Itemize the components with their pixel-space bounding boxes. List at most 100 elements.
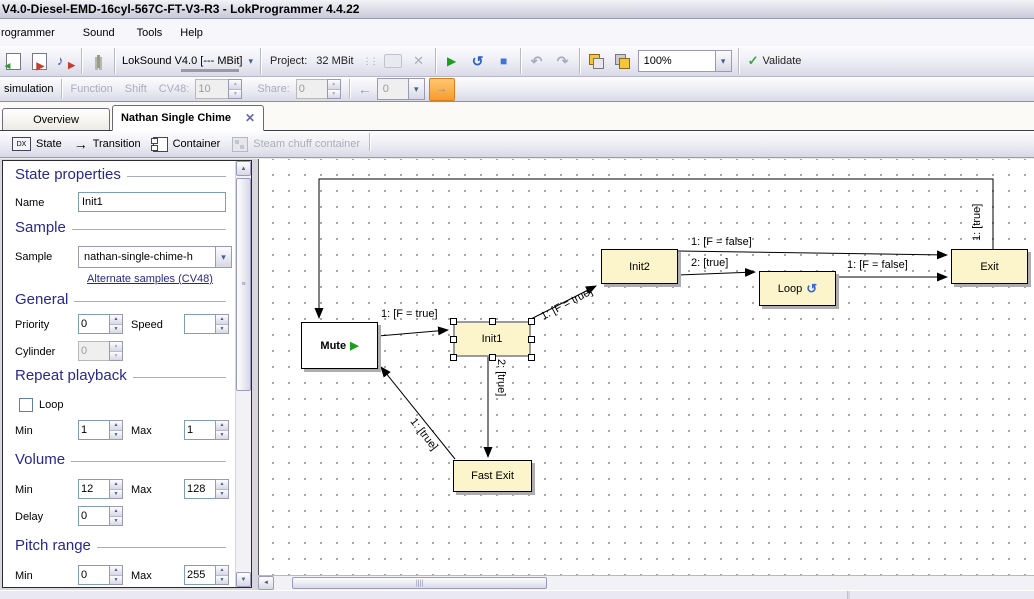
transition-label-mute-init1[interactable]: 1: [F = true] bbox=[381, 308, 438, 320]
menu-tools[interactable]: Tools bbox=[129, 24, 171, 42]
alternate-samples-link[interactable]: Alternate samples (CV48) bbox=[87, 273, 213, 285]
programmer-device-button[interactable] bbox=[86, 49, 110, 73]
repeat-min-stepper[interactable]: ▲▼ bbox=[78, 420, 123, 440]
selection-handle[interactable] bbox=[489, 318, 496, 325]
transition-mute-to-init1[interactable] bbox=[378, 330, 448, 336]
import-project-button[interactable]: ◄ bbox=[1, 49, 25, 73]
add-transition-button[interactable]: → Transition bbox=[68, 134, 147, 155]
bring-forward-button[interactable] bbox=[584, 49, 608, 73]
selection-handle[interactable] bbox=[528, 318, 535, 325]
spin-down-icon[interactable]: ▼ bbox=[110, 325, 122, 334]
selection-handle[interactable] bbox=[450, 354, 457, 361]
validate-button[interactable]: ✓ Validate bbox=[743, 49, 807, 73]
spin-down-icon[interactable]: ▼ bbox=[216, 325, 228, 334]
state-init2[interactable]: Init2 bbox=[601, 249, 678, 284]
transition-label-exit-mute[interactable]: 1: [true] bbox=[971, 204, 983, 241]
tab-overview[interactable]: Overview bbox=[2, 108, 110, 130]
scroll-track[interactable]: ≡ bbox=[236, 176, 251, 572]
selection-handle[interactable] bbox=[450, 336, 457, 343]
loop-checkbox[interactable] bbox=[19, 398, 33, 412]
spin-up-icon[interactable]: ▲ bbox=[110, 507, 122, 517]
zoom-level-combobox[interactable]: 100% ▾ bbox=[638, 50, 732, 72]
speed-value[interactable] bbox=[184, 314, 215, 334]
send-backward-button[interactable] bbox=[610, 49, 634, 73]
speed-stepper[interactable]: ▲▼ bbox=[184, 314, 229, 334]
stop-simulation-button[interactable]: ■ bbox=[492, 49, 516, 73]
canvas-horizontal-scrollbar[interactable]: ◄ |||| bbox=[258, 575, 1034, 590]
transition-label-init1-fastexit[interactable]: 2: [true] bbox=[495, 359, 507, 396]
transition-label-loop-exit[interactable]: 1: [F = false] bbox=[847, 259, 908, 271]
close-tab-icon[interactable]: ✕ bbox=[245, 111, 255, 125]
spin-down-icon[interactable]: ▼ bbox=[110, 576, 122, 585]
selection-handle[interactable] bbox=[489, 354, 496, 361]
pitch-min-stepper[interactable]: ▲▼ bbox=[78, 565, 123, 585]
spin-up-icon[interactable]: ▲ bbox=[216, 421, 228, 431]
spin-up-icon[interactable]: ▲ bbox=[216, 566, 228, 576]
title-bar[interactable]: V4.0-Diesel-EMD-16cyl-567C-FT-V3-R3 - Lo… bbox=[0, 0, 1034, 19]
scroll-down-button[interactable]: ▼ bbox=[236, 572, 251, 587]
spin-down-icon[interactable]: ▼ bbox=[216, 431, 228, 440]
name-field[interactable] bbox=[78, 192, 226, 212]
scroll-left-button[interactable]: ◄ bbox=[258, 576, 274, 590]
spin-up-icon[interactable]: ▲ bbox=[110, 421, 122, 431]
decoder-type-dropdown[interactable]: LokSound V4.0 [--- MBit] ▾ bbox=[118, 50, 257, 72]
spin-up-icon[interactable]: ▲ bbox=[216, 315, 228, 325]
state-init1[interactable]: Init1 bbox=[453, 321, 531, 357]
scroll-track[interactable]: |||| bbox=[274, 576, 1034, 590]
priority-value[interactable] bbox=[78, 314, 109, 334]
scroll-up-button[interactable]: ▲ bbox=[236, 161, 251, 176]
transition-label-init2-loop[interactable]: 2: [true] bbox=[691, 257, 728, 269]
selection-handle[interactable] bbox=[450, 318, 457, 325]
spin-down-icon[interactable]: ▼ bbox=[216, 576, 228, 585]
transition-label-init2-exit[interactable]: 1: [F = false] bbox=[691, 236, 752, 248]
export-sound-button[interactable]: ♪▶ bbox=[53, 49, 77, 73]
volume-max-stepper[interactable]: ▲▼ bbox=[184, 479, 229, 499]
spin-down-icon[interactable]: ▼ bbox=[110, 431, 122, 440]
spin-down-icon[interactable]: ▼ bbox=[110, 517, 122, 526]
transition-fastexit-to-mute[interactable] bbox=[381, 367, 455, 459]
spin-down-icon[interactable]: ▼ bbox=[216, 490, 228, 499]
spin-down-icon[interactable]: ▼ bbox=[110, 490, 122, 499]
step-forward-button[interactable]: → bbox=[429, 78, 455, 101]
spin-up-icon[interactable]: ▲ bbox=[216, 480, 228, 490]
add-state-button[interactable]: DX State bbox=[6, 134, 68, 155]
spin-up-icon[interactable]: ▲ bbox=[110, 566, 122, 576]
add-container-button[interactable]: Container bbox=[147, 134, 227, 155]
selection-handle[interactable] bbox=[528, 354, 535, 361]
state-loop[interactable]: Loop ↺ bbox=[759, 271, 836, 306]
toolbar-grip[interactable]: ⋮⋮ bbox=[363, 56, 377, 67]
transition-init2-to-exit[interactable] bbox=[678, 251, 947, 255]
scroll-thumb[interactable]: |||| bbox=[292, 577, 547, 589]
step-back-button[interactable]: ← bbox=[353, 81, 377, 97]
volume-min-stepper[interactable]: ▲▼ bbox=[78, 479, 123, 499]
export-project-button[interactable]: ▶ bbox=[27, 49, 51, 73]
transition-init2-to-loop[interactable] bbox=[678, 272, 755, 275]
state-fast-exit[interactable]: Fast Exit bbox=[453, 460, 532, 492]
menu-help[interactable]: Help bbox=[172, 24, 211, 42]
volume-max-value[interactable] bbox=[184, 479, 215, 499]
pitch-min-value[interactable] bbox=[78, 565, 109, 585]
play-simulation-button[interactable]: ▶ bbox=[440, 49, 464, 73]
priority-stepper[interactable]: ▲▼ bbox=[78, 314, 123, 334]
spin-up-icon[interactable]: ▲ bbox=[110, 315, 122, 325]
scroll-thumb[interactable]: ≡ bbox=[236, 178, 251, 391]
menu-programmer[interactable]: rogrammer bbox=[0, 24, 63, 42]
delay-value[interactable] bbox=[78, 506, 109, 526]
repeat-max-stepper[interactable]: ▲▼ bbox=[184, 420, 229, 440]
panel-vertical-scrollbar[interactable]: ▲ ≡ ▼ bbox=[235, 161, 251, 587]
selection-handle[interactable] bbox=[528, 336, 535, 343]
pitch-max-value[interactable] bbox=[184, 565, 215, 585]
loop-simulation-button[interactable]: ↺ bbox=[466, 49, 490, 73]
state-exit[interactable]: Exit bbox=[951, 249, 1028, 284]
menu-sound[interactable]: Sound bbox=[75, 24, 123, 42]
sample-combobox[interactable]: nathan-single-chime-h ▾ bbox=[78, 246, 232, 268]
tab-nathan-single-chime[interactable]: Nathan Single Chime ✕ bbox=[112, 105, 264, 131]
repeat-min-value[interactable] bbox=[78, 420, 109, 440]
state-diagram-canvas[interactable]: Mute ▶ Init1 Init2 Loop ↺ Exit Fast Exit bbox=[258, 159, 1034, 575]
volume-min-value[interactable] bbox=[78, 479, 109, 499]
spin-up-icon[interactable]: ▲ bbox=[110, 480, 122, 490]
delay-stepper[interactable]: ▲▼ bbox=[78, 506, 123, 526]
state-mute[interactable]: Mute ▶ bbox=[301, 322, 378, 369]
pitch-max-stepper[interactable]: ▲▼ bbox=[184, 565, 229, 585]
repeat-max-value[interactable] bbox=[184, 420, 215, 440]
